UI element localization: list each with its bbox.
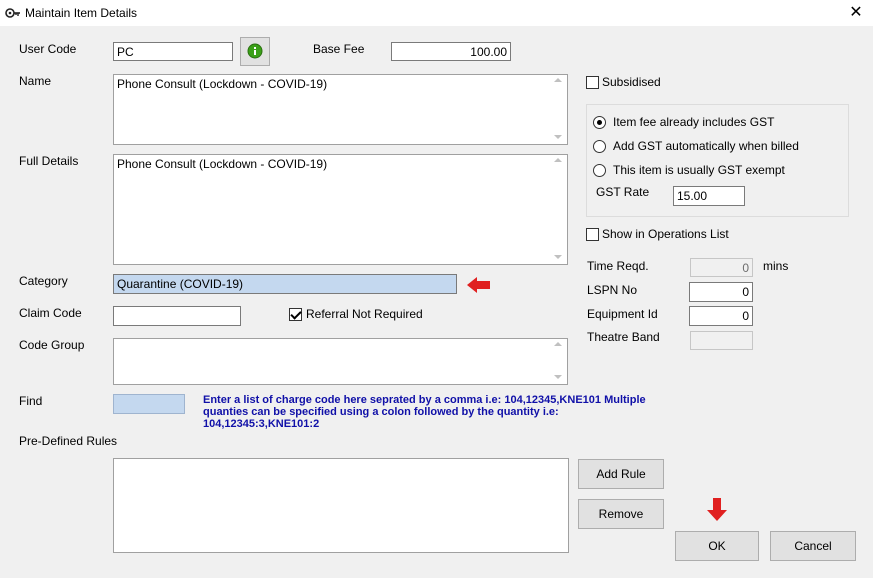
- gst-includes-radio[interactable]: [593, 116, 606, 129]
- find-hint-text: Enter a list of charge code here seprate…: [203, 394, 646, 430]
- remove-button[interactable]: Remove: [578, 499, 664, 529]
- show-ops-label: Show in Operations List: [602, 227, 729, 241]
- find-label: Find: [19, 394, 43, 408]
- user-code-input[interactable]: PC: [113, 42, 233, 61]
- name-text: Phone Consult (Lockdown - COVID-19): [117, 77, 328, 91]
- equipment-input[interactable]: 0: [689, 306, 753, 326]
- name-label: Name: [19, 74, 52, 88]
- base-fee-input[interactable]: 100.00: [391, 42, 511, 61]
- category-field[interactable]: Quarantine (COVID-19): [113, 274, 457, 294]
- gear-key-icon: [5, 6, 21, 20]
- full-details-label: Full Details: [19, 154, 79, 168]
- equipment-label: Equipment Id: [587, 307, 658, 321]
- category-label: Category: [19, 274, 68, 288]
- predefined-rules-label: Pre-Defined Rules: [19, 434, 118, 448]
- referral-not-required-checkbox[interactable]: [289, 308, 302, 321]
- annotation-arrow-left-icon: [467, 277, 491, 296]
- find-input[interactable]: [113, 394, 185, 414]
- lspn-label: LSPN No: [587, 283, 638, 297]
- gst-exempt-radio[interactable]: [593, 164, 606, 177]
- add-rule-button[interactable]: Add Rule: [578, 459, 664, 489]
- time-reqd-input: 0: [690, 258, 753, 277]
- gst-includes-label: Item fee already includes GST: [613, 115, 775, 129]
- subsidised-checkbox[interactable]: [586, 76, 599, 89]
- subsidised-label: Subsidised: [602, 75, 661, 89]
- time-reqd-unit: mins: [763, 259, 789, 273]
- close-icon[interactable]: ✕: [846, 4, 866, 22]
- name-scrollbar[interactable]: [551, 76, 566, 143]
- code-group-label: Code Group: [19, 338, 85, 352]
- code-group-scrollbar[interactable]: [551, 340, 566, 383]
- code-group-textarea[interactable]: [113, 338, 568, 385]
- base-fee-label: Base Fee: [313, 42, 365, 56]
- theatre-band-input: [690, 331, 753, 350]
- gst-rate-label: GST Rate: [596, 185, 650, 199]
- annotation-arrow-down-icon: [707, 498, 727, 525]
- gst-rate-input[interactable]: 15.00: [673, 186, 745, 206]
- cancel-button[interactable]: Cancel: [770, 531, 856, 561]
- full-details-textarea[interactable]: Phone Consult (Lockdown - COVID-19): [113, 154, 568, 265]
- info-icon: [247, 43, 263, 59]
- lspn-input[interactable]: 0: [689, 282, 753, 302]
- claim-code-input[interactable]: [113, 306, 241, 326]
- claim-code-label: Claim Code: [19, 306, 82, 320]
- predefined-rules-list[interactable]: [113, 458, 569, 553]
- gst-add-radio[interactable]: [593, 140, 606, 153]
- gst-add-label: Add GST automatically when billed: [613, 139, 799, 153]
- full-details-text: Phone Consult (Lockdown - COVID-19): [117, 157, 328, 171]
- referral-not-required-label: Referral Not Required: [306, 307, 423, 321]
- time-reqd-label: Time Reqd.: [587, 259, 649, 273]
- show-ops-checkbox[interactable]: [586, 228, 599, 241]
- info-button[interactable]: [240, 37, 270, 66]
- name-textarea[interactable]: Phone Consult (Lockdown - COVID-19): [113, 74, 568, 145]
- theatre-band-label: Theatre Band: [587, 330, 660, 344]
- gst-exempt-label: This item is usually GST exempt: [613, 163, 785, 177]
- full-details-scrollbar[interactable]: [551, 156, 566, 263]
- user-code-label: User Code: [19, 42, 77, 56]
- window-title: Maintain Item Details: [25, 6, 138, 20]
- ok-button[interactable]: OK: [675, 531, 759, 561]
